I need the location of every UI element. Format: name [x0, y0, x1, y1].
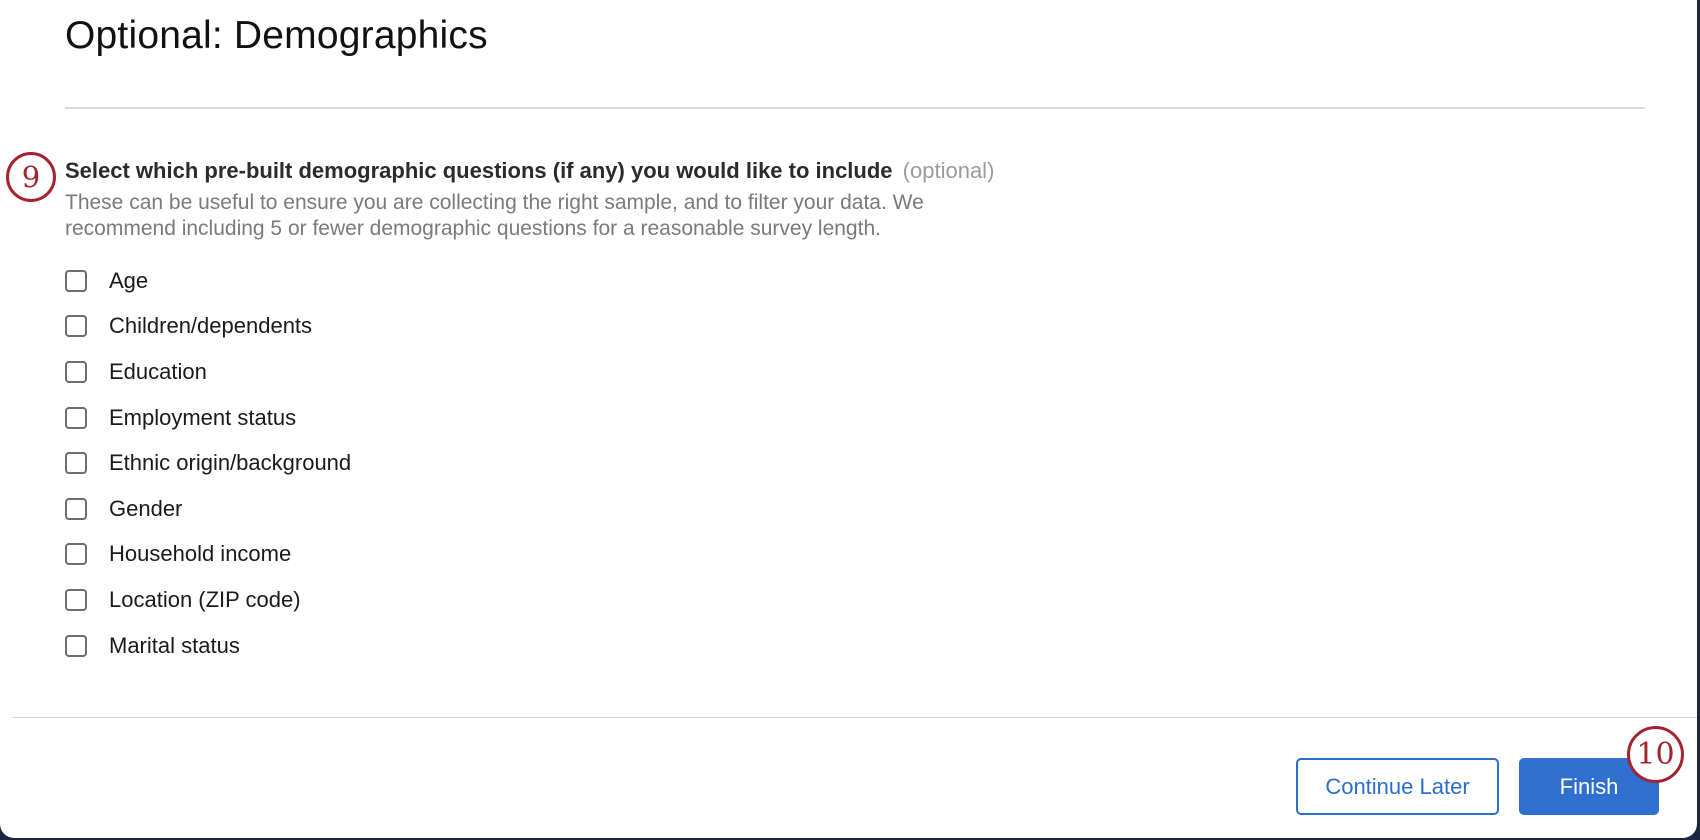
- step-badge-10: 10: [1627, 726, 1684, 783]
- checkbox[interactable]: [65, 543, 87, 566]
- optional-tag: (optional): [902, 158, 995, 183]
- help-line-1: These can be useful to ensure you are co…: [65, 191, 924, 214]
- option-label: Household income: [109, 541, 292, 567]
- option-employment-status[interactable]: Employment status: [65, 395, 351, 441]
- checkbox[interactable]: [65, 406, 87, 429]
- option-label: Employment status: [109, 404, 297, 430]
- option-label: Marital status: [109, 632, 240, 658]
- footer-divider: [12, 717, 1697, 718]
- demographic-options-list: Age Children/dependents Education Employ…: [65, 258, 351, 668]
- option-label: Location (ZIP code): [109, 586, 301, 612]
- option-marital-status[interactable]: Marital status: [65, 623, 351, 669]
- question-heading: Select which pre-built demographic quest…: [65, 158, 1165, 184]
- checkbox[interactable]: [65, 315, 87, 338]
- option-education[interactable]: Education: [65, 349, 351, 395]
- page-title: Optional: Demographics: [65, 14, 488, 57]
- checkbox[interactable]: [65, 634, 87, 657]
- option-ethnic-origin[interactable]: Ethnic origin/background: [65, 440, 351, 486]
- demographics-panel: Optional: Demographics 9 Select which pr…: [0, 0, 1697, 838]
- option-gender[interactable]: Gender: [65, 486, 351, 532]
- checkbox[interactable]: [65, 588, 87, 611]
- checkbox[interactable]: [65, 497, 87, 520]
- checkbox[interactable]: [65, 269, 87, 292]
- checkbox[interactable]: [65, 452, 87, 475]
- question-text: Select which pre-built demographic quest…: [65, 158, 893, 183]
- option-label: Children/dependents: [109, 313, 313, 339]
- option-household-income[interactable]: Household income: [65, 532, 351, 578]
- option-children-dependents[interactable]: Children/dependents: [65, 304, 351, 350]
- continue-later-button[interactable]: Continue Later: [1296, 758, 1499, 815]
- option-label: Gender: [109, 495, 183, 521]
- option-label: Education: [109, 358, 207, 384]
- option-label: Age: [109, 267, 149, 293]
- step-badge-9: 9: [6, 152, 56, 202]
- option-location-zip[interactable]: Location (ZIP code): [65, 577, 351, 623]
- help-line-2: recommend including 5 or fewer demograph…: [65, 217, 881, 240]
- option-age[interactable]: Age: [65, 258, 351, 304]
- question-help-text: These can be useful to ensure you are co…: [65, 190, 1025, 242]
- header-divider: [65, 107, 1645, 109]
- option-label: Ethnic origin/background: [109, 450, 352, 476]
- checkbox[interactable]: [65, 360, 87, 383]
